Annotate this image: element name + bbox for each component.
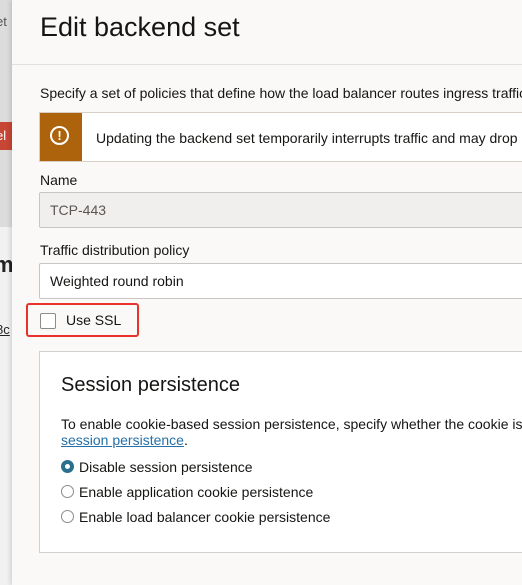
radio-label[interactable]: Disable session persistence: [79, 459, 253, 475]
background-link-fragment: 8c: [0, 322, 10, 337]
session-persistence-link-line: session persistence.: [61, 432, 188, 448]
panel-header: Edit backend set: [12, 0, 522, 65]
background-content-area: [0, 227, 12, 585]
panel-title: Edit backend set: [40, 12, 240, 42]
link-suffix: .: [183, 432, 188, 448]
exclamation-icon: !: [50, 126, 69, 145]
radio-button[interactable]: [61, 485, 74, 498]
warning-icon-bar: !: [40, 113, 82, 161]
background-button-fragment: el: [0, 122, 12, 150]
background-text-fragment: et: [0, 14, 7, 29]
radio-button-selected[interactable]: [61, 460, 74, 473]
name-label: Name: [40, 172, 78, 188]
background-page: et el m 8c: [0, 0, 12, 585]
name-field: TCP-443: [39, 192, 522, 228]
warning-banner: ! Updating the backend set temporarily i…: [39, 112, 522, 162]
radio-button[interactable]: [61, 510, 74, 523]
background-button-label: el: [0, 128, 7, 143]
session-persistence-description: To enable cookie-based session persisten…: [61, 416, 522, 432]
use-ssl-label[interactable]: Use SSL: [66, 312, 121, 328]
session-persistence-card: Session persistence To enable cookie-bas…: [39, 351, 522, 553]
session-persistence-title: Session persistence: [61, 374, 240, 396]
warning-text: Updating the backend set temporarily int…: [96, 130, 522, 146]
policy-select[interactable]: Weighted round robin: [39, 263, 522, 299]
background-header-area: [0, 0, 12, 227]
use-ssl-checkbox[interactable]: [40, 313, 56, 329]
radio-label[interactable]: Enable load balancer cookie persistence: [79, 509, 330, 525]
session-persistence-link[interactable]: session persistence: [61, 432, 184, 448]
panel-intro-text: Specify a set of policies that define ho…: [40, 85, 522, 101]
background-heading-fragment: m: [0, 252, 12, 277]
radio-label[interactable]: Enable application cookie persistence: [79, 484, 313, 500]
edit-backend-set-panel: Edit backend set Specify a set of polici…: [12, 0, 522, 585]
policy-label: Traffic distribution policy: [40, 242, 190, 258]
